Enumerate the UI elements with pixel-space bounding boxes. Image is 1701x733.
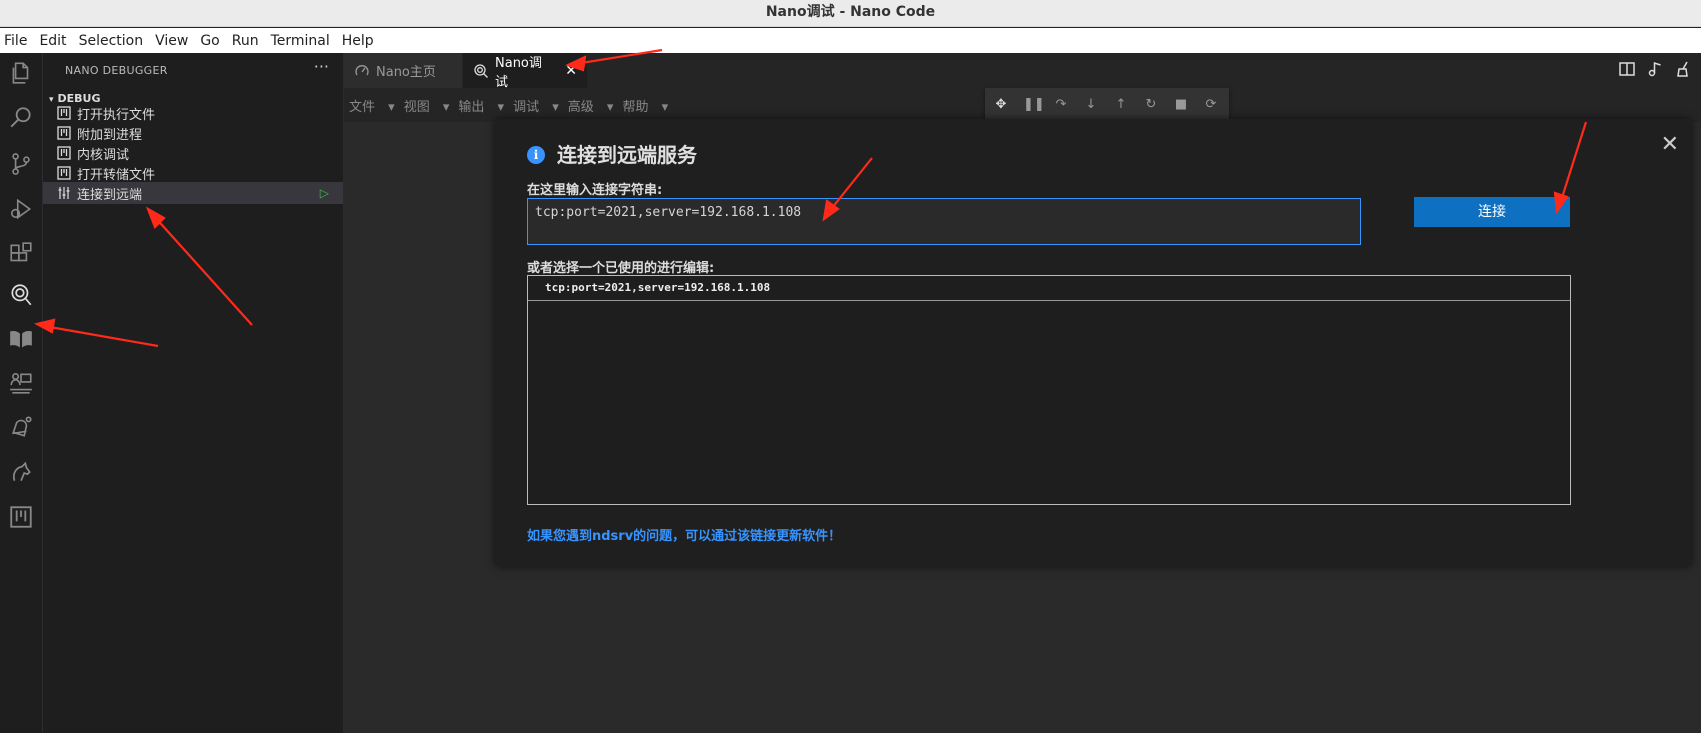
sidebar-item-label: 打开转储文件 <box>77 167 156 183</box>
tab-bar: Nano主页 Nano调试 ✕ <box>344 53 1701 90</box>
window-title: Nano调试 - Nano Code <box>0 0 1701 27</box>
sidebar-item-kernel-debug[interactable]: 内核调试 <box>43 142 343 164</box>
menu-label: 调试 <box>513 99 540 115</box>
close-icon[interactable]: ✕ <box>1661 132 1679 157</box>
editor-menu-output[interactable]: 输出 ▾ <box>458 96 504 115</box>
tab-nano-debug[interactable]: Nano调试 ✕ <box>463 53 587 90</box>
history-list: tcp:port=2021,server=192.168.1.108 <box>527 275 1571 505</box>
editor-menu-view[interactable]: 视图 ▾ <box>404 96 450 115</box>
menu-edit[interactable]: Edit <box>39 33 66 49</box>
tab-label: Nano主页 <box>376 65 436 80</box>
board-icon <box>57 166 71 180</box>
run-debug-icon[interactable] <box>7 195 35 223</box>
nano-debugger-icon <box>473 63 489 79</box>
activity-bar <box>0 53 43 733</box>
menu-terminal[interactable]: Terminal <box>271 33 330 49</box>
menu-view[interactable]: View <box>155 33 188 49</box>
sidebar-item-open-executable[interactable]: 打开执行文件 <box>43 102 343 124</box>
update-link[interactable]: 如果您遇到ndsrv的问题，可以通过该链接更新软件！ <box>527 525 841 544</box>
stop-icon[interactable]: ■ <box>1173 97 1189 112</box>
editor-area: Nano主页 Nano调试 ✕ 文件 ▾ 视图 ▾ 输出 ▾ 调试 ▾ 高级 ▾… <box>344 53 1701 733</box>
search-icon[interactable] <box>7 104 35 132</box>
menu-file[interactable]: File <box>4 33 27 49</box>
editor-actions <box>1619 61 1691 77</box>
editor-menu-help[interactable]: 帮助 ▾ <box>622 96 668 115</box>
sliders-icon <box>57 186 71 200</box>
pause-icon[interactable]: ❚❚ <box>1023 97 1045 112</box>
menu-label: 高级 <box>567 99 594 115</box>
close-icon[interactable]: ✕ <box>565 63 577 79</box>
broom-icon[interactable] <box>1675 61 1691 77</box>
sidebar-item-label: 附加到进程 <box>77 127 143 143</box>
editor-menu-debug[interactable]: 调试 ▾ <box>513 96 559 115</box>
menu-label: 帮助 <box>622 99 649 115</box>
explorer-icon[interactable] <box>7 59 35 87</box>
menubar: File Edit Selection View Go Run Terminal… <box>0 28 1701 53</box>
editor-menu-file[interactable]: 文件 ▾ <box>349 96 395 115</box>
tab-label: Nano调试 <box>495 55 542 90</box>
connection-string-input[interactable]: tcp:port=2021,server=192.168.1.108 <box>527 198 1361 245</box>
menu-label: 视图 <box>403 99 430 115</box>
menu-run[interactable]: Run <box>232 33 259 49</box>
nano-debugger-icon[interactable] <box>7 281 35 309</box>
list-item[interactable]: tcp:port=2021,server=192.168.1.108 <box>528 276 1570 301</box>
sidebar-item-label: 内核调试 <box>77 147 130 163</box>
step-over-icon[interactable]: ↷ <box>1053 97 1069 112</box>
sidebar-item-label: 连接到远端 <box>77 187 143 203</box>
drag-handle-icon[interactable]: ✥ <box>993 97 1009 112</box>
step-into-icon[interactable]: ↓ <box>1083 97 1099 112</box>
more-actions-button[interactable]: ··· <box>314 57 329 76</box>
board-icon[interactable] <box>7 503 35 531</box>
board-icon <box>57 146 71 160</box>
menu-label: 输出 <box>458 99 485 115</box>
board-icon <box>57 126 71 140</box>
info-icon: i <box>527 146 545 164</box>
source-control-icon[interactable] <box>7 150 35 178</box>
disconnect-icon[interactable]: ⟳ <box>1203 97 1219 112</box>
board-icon <box>57 106 71 120</box>
play-icon[interactable]: ▷ <box>320 186 329 200</box>
sidebar-item-label: 打开执行文件 <box>77 107 156 123</box>
menu-help[interactable]: Help <box>342 33 374 49</box>
tab-nano-home[interactable]: Nano主页 <box>344 53 462 88</box>
menu-go[interactable]: Go <box>200 33 219 49</box>
sidebar-item-attach-process[interactable]: 附加到进程 <box>43 122 343 144</box>
dashboard-icon <box>354 63 370 79</box>
menu-label: 文件 <box>349 99 376 115</box>
restart-icon[interactable]: ↻ <box>1143 97 1159 112</box>
dialog-title: 连接到远端服务 <box>557 143 697 167</box>
connect-button[interactable]: 连接 <box>1414 197 1570 227</box>
sidebar-item-open-dump[interactable]: 打开转储文件 <box>43 162 343 184</box>
menu-selection[interactable]: Selection <box>79 33 144 49</box>
debug-toolbar: ✥ ❚❚ ↷ ↓ ↑ ↻ ■ ⟳ <box>985 88 1229 120</box>
book-icon[interactable] <box>7 325 35 353</box>
split-editor-icon[interactable] <box>1619 61 1635 77</box>
connect-remote-dialog: i 连接到远端服务 ✕ 在这里输入连接字符串: tcp:port=2021,se… <box>495 119 1691 566</box>
history-label: 或者选择一个已使用的进行编辑: <box>527 261 715 276</box>
extensions-icon[interactable] <box>7 240 35 268</box>
sidebar-title: NANO DEBUGGER <box>65 64 168 77</box>
sidebar-item-connect-remote[interactable]: 连接到远端 ▷ <box>43 182 343 204</box>
remote-icon[interactable] <box>7 369 35 397</box>
step-out-icon[interactable]: ↑ <box>1113 97 1129 112</box>
editor-menu-advanced[interactable]: 高级 ▾ <box>568 96 614 115</box>
music-icon[interactable] <box>1647 61 1663 77</box>
input-label: 在这里输入连接字符串: <box>527 183 663 198</box>
bell-icon[interactable] <box>7 413 35 441</box>
sidebar: NANO DEBUGGER ··· ▾ DEBUG 打开执行文件 附加到进程 内核… <box>43 53 344 733</box>
horse-icon[interactable] <box>7 458 35 486</box>
